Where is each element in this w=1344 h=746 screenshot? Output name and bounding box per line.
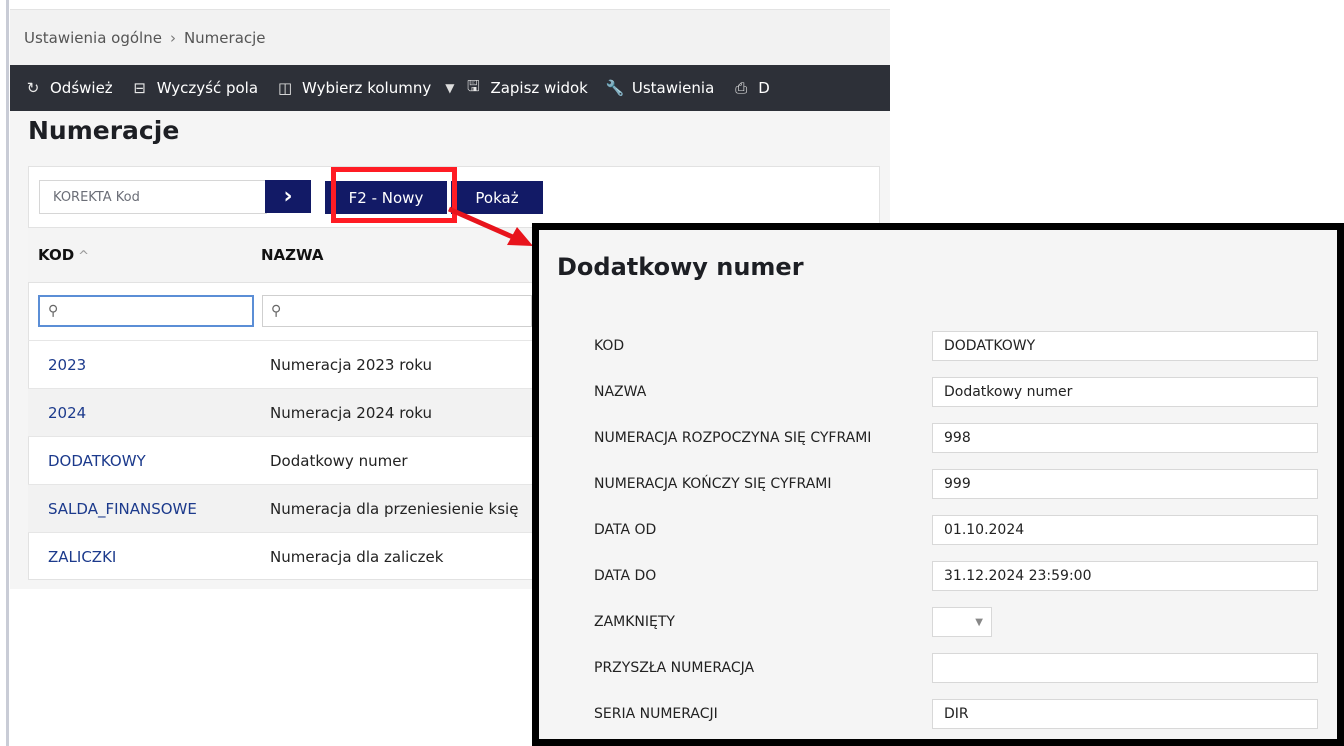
row-nazwa: Numeracja 2023 roku [270,356,432,374]
left-border [0,0,10,746]
search-icon: ⚲ [271,303,282,319]
dialog-title: Dodatkowy numer [557,253,804,281]
page-title: Numeracje [28,116,180,145]
breadcrumb: Ustawienia ogólne › Numeracje [10,9,890,65]
kod-field[interactable]: DODATKOWY [932,331,1318,361]
row-kod-link[interactable]: SALDA_FINANSOWE [48,500,197,518]
choose-columns-button[interactable]: ◫ Wybierz kolumny [276,79,431,97]
field-label-kod: KOD [594,338,625,354]
series-field[interactable]: DIR [932,699,1318,729]
field-label-end-digits: NUMERACJA KOŃCZY SIĘ CYFRAMI [594,476,832,492]
clear-icon: ⊟ [133,79,146,97]
refresh-button[interactable]: ↻ Odśwież [24,79,113,97]
clear-fields-button[interactable]: ⊟ Wyczyść pola [131,79,258,97]
print-button[interactable]: ⎙ D [732,79,770,97]
refresh-icon: ↻ [26,79,40,97]
breadcrumb-separator: › [169,28,176,47]
show-button[interactable]: Pokaż [451,181,543,214]
sort-asc-icon: ^ [78,249,90,264]
nazwa-field[interactable]: Dodatkowy numer [932,377,1318,407]
clear-label: Wyczyść pola [156,79,259,97]
new-numbering-dialog: Dodatkowy numer KOD DODATKOWY NAZWA Doda… [532,223,1344,746]
row-nazwa: Numeracja dla zaliczek [270,548,444,566]
field-label-start-digits: NUMERACJA ROZPOCZYNA SIĘ CYFRAMI [594,430,872,446]
field-label-nazwa: NAZWA [594,384,647,400]
new-button[interactable]: F2 - Nowy [325,181,447,214]
go-button[interactable]: › [265,180,311,213]
date-to-field[interactable]: 31.12.2024 23:59:00 [932,561,1318,591]
column-header-kod-label: KOD [38,246,75,264]
chevron-down-icon: ▼ [975,616,983,628]
kod-filter-input[interactable]: ⚲ [38,295,254,327]
row-kod-link[interactable]: 2023 [48,356,86,374]
field-label-closed: ZAMKNIĘTY [594,614,675,630]
future-numbering-field[interactable] [932,653,1318,683]
settings-button[interactable]: 🔧 Ustawienia [606,79,714,97]
row-nazwa: Numeracja dla przeniesienie księ [270,500,519,518]
row-kod-link[interactable]: ZALICZKI [48,548,116,566]
breadcrumb-current: Numeracje [183,28,266,47]
columns-icon: ◫ [277,79,293,97]
save-view-button[interactable]: 🖫 Zapisz widok [464,76,588,101]
field-label-future-numbering: PRZYSZŁA NUMERACJA [594,660,755,676]
refresh-label: Odśwież [50,79,113,97]
start-digits-field[interactable]: 998 [932,423,1318,453]
row-kod-link[interactable]: DODATKOWY [48,452,146,470]
toolbar: ↻ Odśwież ⊟ Wyczyść pola ◫ Wybierz kolum… [10,65,890,111]
breadcrumb-root[interactable]: Ustawienia ogólne [24,29,162,47]
caret-down-icon[interactable]: ▼ [445,81,454,95]
date-from-field[interactable]: 01.10.2024 [932,515,1318,545]
print-label: D [758,79,770,97]
kod-search-input[interactable]: KOREKTA Kod [39,180,267,214]
save-icon: 🖫 [467,76,480,95]
field-label-date-to: DATA DO [594,568,657,584]
settings-label: Ustawienia [631,79,715,97]
wrench-icon: 🔧 [605,79,625,97]
field-label-date-from: DATA OD [594,522,657,538]
column-header-nazwa[interactable]: NAZWA [261,246,324,264]
end-digits-field[interactable]: 999 [932,469,1318,499]
row-kod-link[interactable]: 2024 [48,404,86,422]
columns-label: Wybierz kolumny [302,79,432,97]
save-view-label: Zapisz widok [490,79,588,97]
nazwa-filter-input[interactable]: ⚲ [262,295,532,327]
print-icon: ⎙ [735,79,748,97]
closed-select[interactable]: ▼ [932,607,992,637]
column-header-kod[interactable]: KOD ^ [38,246,89,264]
row-nazwa: Numeracja 2024 roku [270,404,432,422]
field-label-series: SERIA NUMERACJI [594,706,718,722]
search-icon: ⚲ [48,303,59,319]
row-nazwa: Dodatkowy numer [270,452,408,470]
